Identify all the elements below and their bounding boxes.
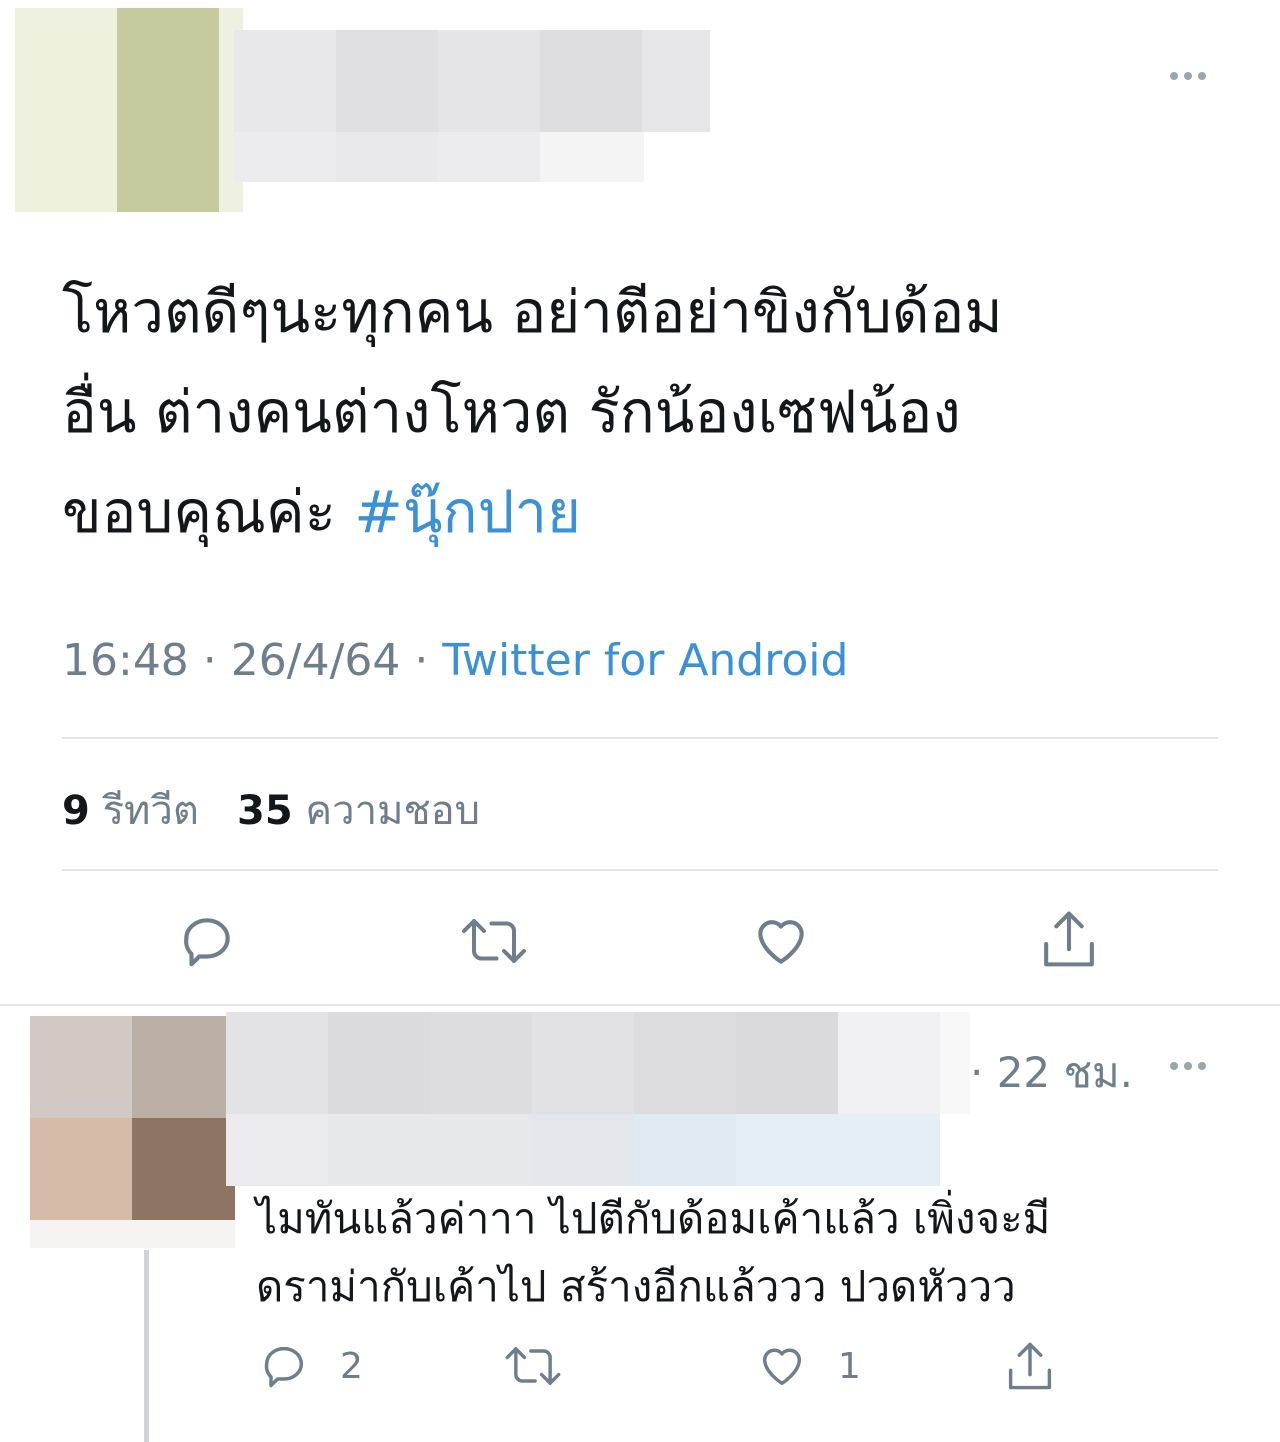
retweets-stat[interactable]: 9 รีทวีต — [62, 788, 199, 834]
reply-like-count: 1 — [838, 1345, 861, 1387]
tweet-meta: 16:48 · 26/4/64 · Twitter for Android — [62, 635, 848, 686]
like-label: ความชอบ — [305, 788, 481, 834]
meta-separator: · — [188, 635, 231, 686]
reply-icon — [264, 1346, 304, 1388]
reply-share-button[interactable] — [1004, 1338, 1056, 1394]
more-options-icon[interactable] — [1170, 1062, 1206, 1070]
tweet-author-name[interactable] — [234, 30, 710, 132]
reply-time[interactable]: · 22 ชม. — [970, 1040, 1133, 1106]
like-count: 35 — [237, 788, 293, 834]
reply-text: ไมทันแล้วค่าาา ไปตีกับด้อมเค้าแล้ว เพิ่ง… — [256, 1194, 1051, 1311]
divider — [62, 737, 1218, 739]
tweet-date: 26/4/64 — [230, 635, 401, 686]
tweet-author-handle[interactable] — [234, 132, 644, 182]
reply-button[interactable] — [176, 910, 238, 972]
divider — [62, 869, 1218, 871]
reply-icon — [184, 918, 230, 967]
share-icon — [1044, 911, 1094, 967]
engagement-counts: 9 รีทวีต 35 ความชอบ — [62, 778, 480, 842]
reply-reply-button[interactable]: 2 — [258, 1340, 363, 1392]
retweet-count: 9 — [62, 788, 90, 834]
reply-author-name[interactable] — [226, 1012, 970, 1186]
reply-retweet-button[interactable] — [503, 1340, 563, 1392]
tweet-avatar[interactable] — [15, 8, 243, 212]
retweet-icon — [462, 919, 526, 963]
share-button[interactable] — [1038, 906, 1100, 972]
reply-avatar[interactable] — [30, 1016, 235, 1248]
tweet-source-link[interactable]: Twitter for Android — [442, 635, 848, 686]
thread-line — [144, 1250, 149, 1442]
tweet-time: 16:48 — [62, 635, 189, 686]
more-options-icon[interactable] — [1170, 72, 1206, 80]
retweet-label: รีทวีต — [102, 788, 199, 834]
tweet-text: โหวตดีๆนะทุกคน อย่าตีอย่าขิงกับด้อม อื่น… — [62, 262, 1212, 562]
heart-icon — [762, 1348, 802, 1386]
reply-like-button[interactable]: 1 — [756, 1340, 861, 1392]
retweet-button[interactable] — [459, 910, 529, 972]
heart-icon — [758, 920, 804, 964]
meta-separator: · — [400, 635, 443, 686]
section-divider — [0, 1004, 1280, 1006]
hashtag-link[interactable]: #นุ๊กปาย — [354, 478, 581, 546]
retweet-icon — [505, 1347, 561, 1385]
reply-count: 2 — [340, 1345, 363, 1387]
share-icon — [1008, 1342, 1052, 1390]
like-button[interactable] — [750, 910, 812, 972]
likes-stat[interactable]: 35 ความชอบ — [237, 788, 480, 834]
